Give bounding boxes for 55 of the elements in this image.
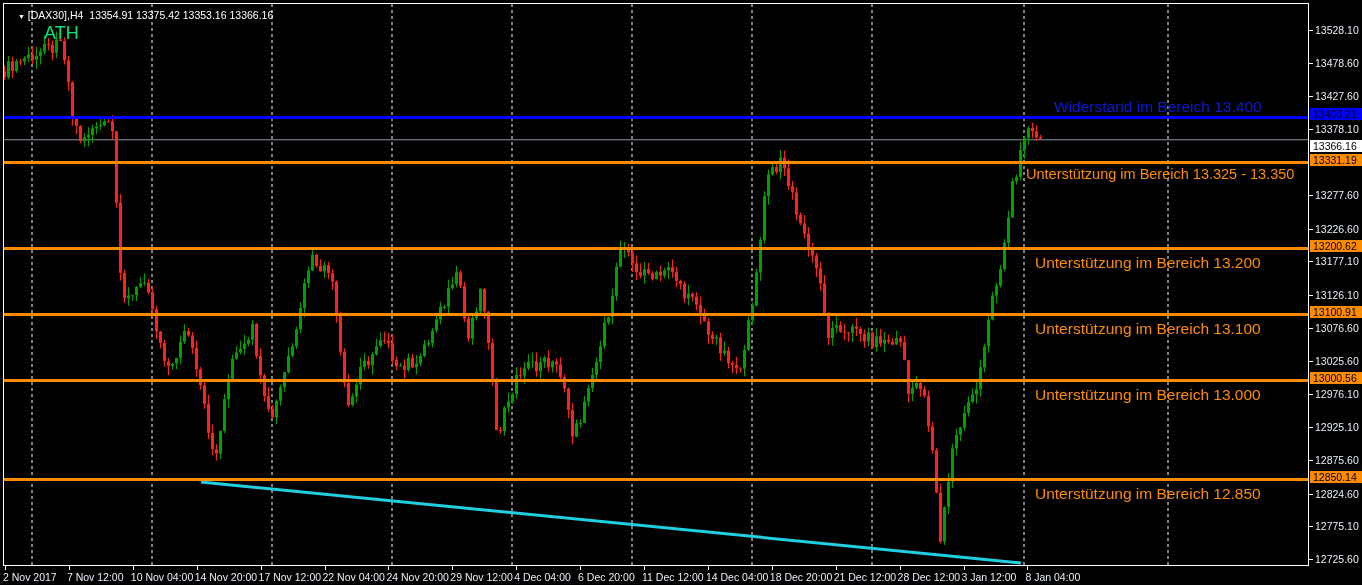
price-tick: 13427.60 bbox=[1315, 90, 1359, 103]
time-label: 17 Nov 12:00 bbox=[258, 570, 322, 585]
price-marker: 12850.14 bbox=[1310, 470, 1362, 483]
time-label: 4 Dec 04:00 bbox=[514, 570, 571, 585]
time-label: 14 Dec 04:00 bbox=[705, 570, 769, 585]
time-label: 21 Dec 12:00 bbox=[833, 570, 897, 585]
price-marker: 13200.62 bbox=[1310, 239, 1362, 252]
trendline[interactable] bbox=[200, 480, 1022, 565]
time-label: 29 Nov 12:00 bbox=[450, 570, 513, 585]
price-tick: 13226.60 bbox=[1315, 222, 1359, 235]
support-label: Unterstützung im Bereich 12.850 bbox=[1035, 485, 1261, 502]
price-tick: 12775.10 bbox=[1315, 520, 1359, 533]
time-label: 28 Dec 12:00 bbox=[897, 570, 961, 585]
price-tick: 13478.60 bbox=[1315, 56, 1359, 69]
price-tick: 12824.60 bbox=[1315, 487, 1359, 500]
time-label: 14 Nov 20:00 bbox=[194, 570, 258, 585]
price-marker: 13331.19 bbox=[1310, 153, 1362, 166]
current-price-marker: 13366.16 bbox=[1310, 139, 1362, 152]
time-label: 2 Nov 2017 bbox=[3, 570, 57, 585]
time-label: 18 Dec 20:00 bbox=[769, 570, 833, 585]
time-label: 10 Nov 04:00 bbox=[130, 570, 194, 585]
support-label: Unterstützung im Bereich 13.100 bbox=[1035, 320, 1261, 337]
support-label: Unterstützung im Bereich 13.200 bbox=[1035, 254, 1261, 271]
support-line[interactable] bbox=[4, 161, 1308, 165]
price-tick: 12875.60 bbox=[1315, 454, 1359, 467]
time-label: 11 Dec 12:00 bbox=[642, 570, 704, 585]
time-label: 3 Jan 12:00 bbox=[961, 570, 1017, 585]
price-marker: 13000.56 bbox=[1310, 371, 1362, 384]
support-line[interactable] bbox=[4, 478, 1308, 482]
price-tick: 13025.60 bbox=[1315, 355, 1359, 368]
price-tick: 13076.60 bbox=[1315, 321, 1359, 334]
price-tick: 13277.60 bbox=[1315, 189, 1359, 202]
support-line[interactable] bbox=[4, 247, 1308, 251]
support-line[interactable] bbox=[4, 313, 1308, 317]
time-label: 8 Jan 04:00 bbox=[1025, 570, 1081, 585]
ath-label: ATH bbox=[44, 22, 79, 45]
ohlc-values: 13354.91 13375.42 13353.16 13366.16 bbox=[89, 9, 274, 21]
resistance-label: Widerstand im Bereich 13.400 bbox=[1054, 99, 1262, 115]
price-marker: 13400.21 bbox=[1310, 108, 1362, 121]
support-label: Unterstützung im Bereich 13.325 - 13.350 bbox=[1026, 166, 1295, 182]
price-tick: 13177.10 bbox=[1315, 255, 1359, 268]
price-tick: 13528.10 bbox=[1315, 24, 1359, 36]
support-line[interactable] bbox=[4, 379, 1308, 383]
price-tick: 13378.10 bbox=[1315, 122, 1359, 135]
symbol-label: [DAX30],H4 bbox=[26, 9, 84, 21]
price-tick: 12976.10 bbox=[1315, 387, 1359, 400]
price-tick: 12725.60 bbox=[1315, 553, 1359, 565]
time-label: 24 Nov 20:00 bbox=[386, 570, 449, 585]
time-label: 7 Nov 12:00 bbox=[66, 570, 124, 585]
price-tick: 13126.10 bbox=[1315, 289, 1359, 301]
support-label: Unterstützung im Bereich 13.000 bbox=[1035, 386, 1261, 403]
price-tick: 12925.10 bbox=[1315, 421, 1359, 434]
price-marker: 13100.91 bbox=[1310, 305, 1362, 318]
time-label: 22 Nov 04:00 bbox=[322, 570, 385, 585]
time-label: 6 Dec 20:00 bbox=[578, 570, 635, 585]
